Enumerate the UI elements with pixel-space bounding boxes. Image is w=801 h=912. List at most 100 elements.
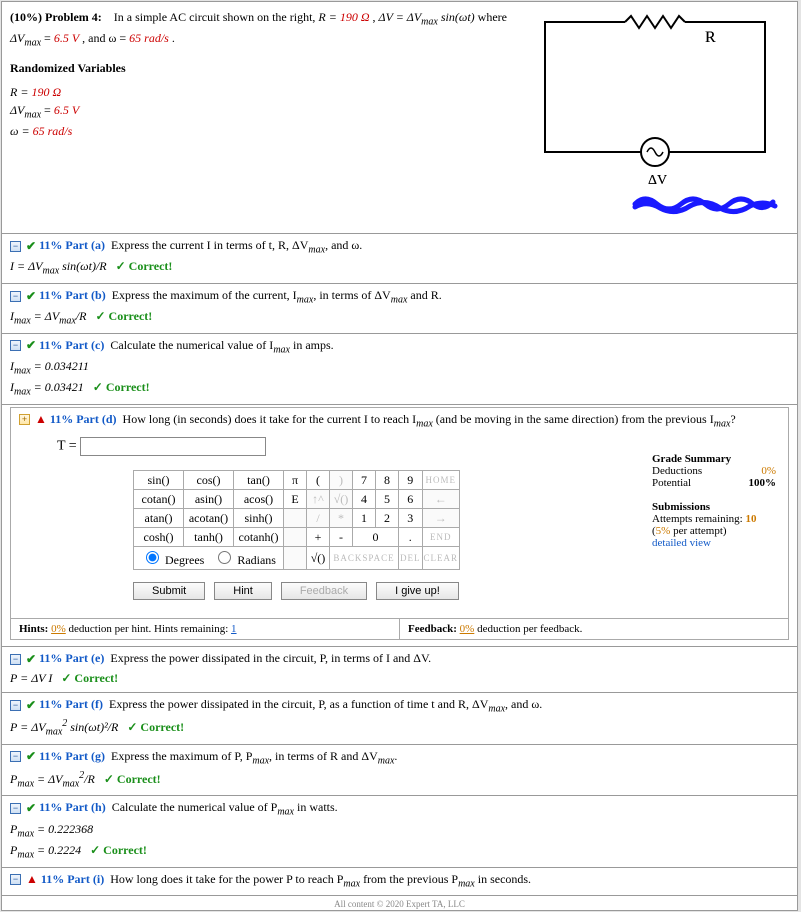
part-b-question: Express the maximum of the current, Imax… [112, 288, 442, 302]
key-end[interactable]: END [422, 528, 460, 547]
part-d-question: How long (in seconds) does it take for t… [123, 412, 736, 426]
potential-value: 100% [749, 477, 777, 489]
key-7[interactable]: 7 [353, 471, 376, 490]
collapse-icon[interactable]: − [10, 700, 21, 711]
part-h: − ✔ 11% Part (h) Calculate the numerical… [2, 796, 797, 866]
part-f: − ✔ 11% Part (f) Express the power dissi… [2, 693, 797, 744]
submit-button[interactable]: Submit [133, 582, 205, 600]
key-8[interactable]: 8 [376, 471, 399, 490]
part-b-title: 11% Part (b) [39, 288, 106, 302]
part-h-answer2: Pmax = 0.2224 ✓ Correct! [10, 843, 789, 860]
key-cotanh[interactable]: cotanh() [234, 528, 284, 547]
key-mul[interactable]: * [330, 509, 353, 528]
part-d: + ▲ 11% Part (d) How long (in seconds) d… [10, 407, 789, 640]
key-left[interactable]: ← [422, 490, 460, 509]
hints-feedback-row: Hints: 0% deduction per hint. Hints rema… [11, 618, 788, 639]
correct-label: ✓ Correct! [116, 259, 173, 273]
answer-input[interactable] [80, 437, 266, 456]
key-pi[interactable]: π [284, 471, 307, 490]
key-9[interactable]: 9 [399, 471, 423, 490]
key-lparen[interactable]: ( [307, 471, 330, 490]
hint-deduction: 0% [51, 623, 66, 635]
key-rparen[interactable]: ) [330, 471, 353, 490]
key-tan[interactable]: tan() [234, 471, 284, 490]
part-f-answer: P = ΔVmax2 sin(ωt)²/R ✓ Correct! [10, 718, 789, 737]
key-sqrt[interactable]: √() [330, 490, 353, 509]
key-4[interactable]: 4 [353, 490, 376, 509]
part-i: − ▲ 11% Part (i) How long does it take f… [2, 868, 797, 895]
key-E[interactable]: E [284, 490, 307, 509]
collapse-icon[interactable]: − [10, 874, 21, 885]
part-e-question: Express the power dissipated in the circ… [110, 651, 431, 665]
feedback-info: Feedback: 0% deduction per feedback. [399, 619, 788, 639]
key-6[interactable]: 6 [399, 490, 423, 509]
key-sinh[interactable]: sinh() [234, 509, 284, 528]
collapse-icon[interactable]: − [10, 654, 21, 665]
omega-value: 65 rad/s [129, 31, 169, 45]
hint-button[interactable]: Hint [214, 582, 272, 600]
feedback-deduction: 0% [460, 623, 475, 635]
keypad: sin() cos() tan() π ( ) 7 8 9 HOME cotan… [133, 470, 460, 570]
collapse-icon[interactable]: − [10, 340, 21, 351]
problem-container: R ΔV R ΔV (10%) Problem 4: In a simple A… [1, 1, 798, 911]
check-icon: ✔ [26, 801, 36, 816]
key-sqrt2[interactable]: √() [307, 547, 330, 570]
collapse-icon[interactable]: − [10, 291, 21, 302]
check-icon: ✔ [26, 652, 36, 667]
warning-icon: ▲ [35, 412, 47, 427]
svg-text:ΔV: ΔV [648, 173, 667, 188]
key-tanh[interactable]: tanh() [184, 528, 234, 547]
part-e-answer: P = ΔV I ✓ Correct! [10, 671, 789, 686]
key-backspace[interactable]: BACKSPACE [330, 547, 399, 570]
part-f-title: 11% Part (f) [39, 697, 103, 711]
problem-weight: (10%) [10, 10, 42, 24]
giveup-button[interactable]: I give up! [376, 582, 459, 600]
part-g: − ✔ 11% Part (g) Express the maximum of … [2, 745, 797, 796]
copyright-footer: All content © 2020 Expert TA, LLC [2, 896, 797, 910]
key-home[interactable]: HOME [422, 471, 460, 490]
part-c-answer2: Imax = 0.03421 ✓ Correct! [10, 380, 789, 397]
problem-text-1: In a simple AC circuit shown on the righ… [114, 10, 319, 24]
key-acotan[interactable]: acotan() [184, 509, 234, 528]
collapse-icon[interactable]: − [10, 751, 21, 762]
grade-summary: Grade Summary Deductions 0% Potential 10… [652, 453, 776, 549]
key-up[interactable]: ↑^ [307, 490, 330, 509]
expand-icon[interactable]: + [19, 414, 30, 425]
key-right[interactable]: → [422, 509, 460, 528]
key-1[interactable]: 1 [353, 509, 376, 528]
key-sin[interactable]: sin() [134, 471, 184, 490]
key-dot[interactable]: . [399, 528, 423, 547]
key-minus[interactable]: - [330, 528, 353, 547]
angle-mode[interactable]: Degrees Radians [134, 547, 284, 570]
part-c-question: Calculate the numerical value of Imax in… [110, 338, 333, 352]
degrees-radio[interactable] [146, 551, 159, 564]
feedback-button[interactable]: Feedback [281, 582, 367, 600]
key-cosh[interactable]: cosh() [134, 528, 184, 547]
problem-number: Problem 4: [45, 10, 102, 24]
key-2[interactable]: 2 [376, 509, 399, 528]
key-clear[interactable]: CLEAR [422, 547, 460, 570]
part-c: − ✔ 11% Part (c) Calculate the numerical… [2, 334, 797, 404]
key-del[interactable]: DEL [399, 547, 423, 570]
key-asin[interactable]: asin() [184, 490, 234, 509]
radians-radio[interactable] [218, 551, 231, 564]
part-g-title: 11% Part (g) [39, 749, 105, 763]
key-0[interactable]: 0 [353, 528, 399, 547]
key-atan[interactable]: atan() [134, 509, 184, 528]
key-div[interactable]: / [307, 509, 330, 528]
part-e-title: 11% Part (e) [39, 651, 104, 665]
warning-icon: ▲ [26, 872, 38, 887]
key-plus[interactable]: + [307, 528, 330, 547]
collapse-icon[interactable]: − [10, 803, 21, 814]
key-3[interactable]: 3 [399, 509, 423, 528]
key-cotan[interactable]: cotan() [134, 490, 184, 509]
check-icon: ✔ [26, 338, 36, 353]
part-b-answer: Imax = ΔVmax/R ✓ Correct! [10, 309, 789, 326]
key-cos[interactable]: cos() [184, 471, 234, 490]
part-h-question: Calculate the numerical value of Pmax in… [112, 800, 338, 814]
key-5[interactable]: 5 [376, 490, 399, 509]
part-a: − ✔ 11% Part (a) Express the current I i… [2, 234, 797, 283]
key-acos[interactable]: acos() [234, 490, 284, 509]
collapse-icon[interactable]: − [10, 241, 21, 252]
detailed-view-link[interactable]: detailed view [652, 537, 711, 549]
